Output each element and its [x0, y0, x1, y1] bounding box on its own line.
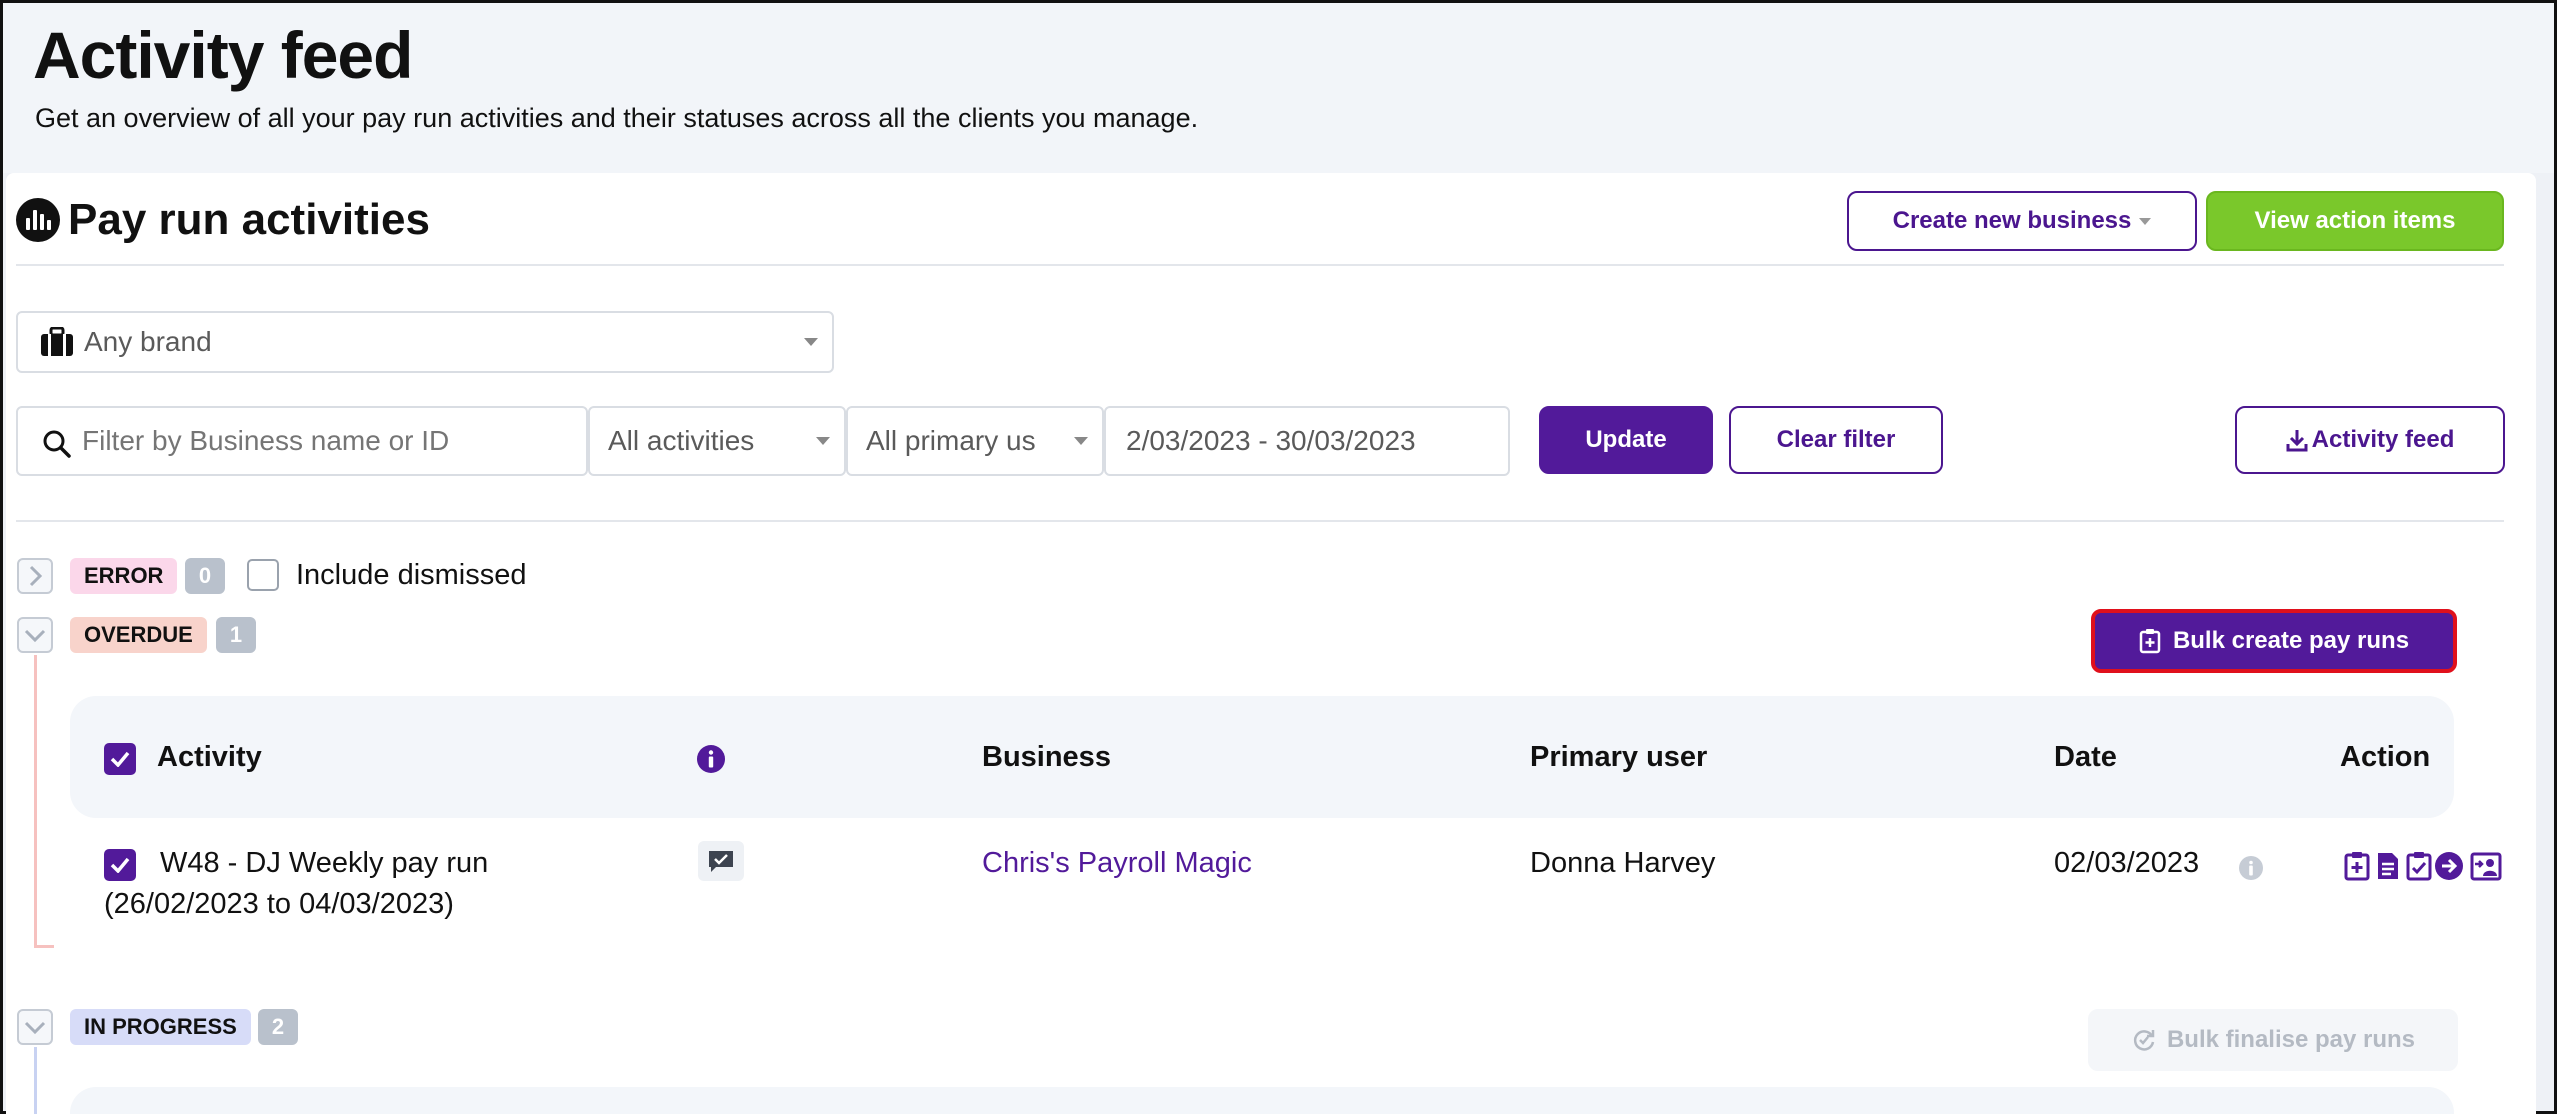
info-icon[interactable]	[696, 744, 726, 774]
column-header-action: Action	[2340, 741, 2431, 773]
business-search-input[interactable]	[82, 420, 572, 462]
refresh-icon	[2133, 1030, 2155, 1051]
row-activity-name: W48 - DJ Weekly pay run	[160, 847, 489, 879]
row-activity-period: (26/02/2023 to 04/03/2023)	[104, 888, 454, 920]
update-button[interactable]: Update	[1539, 406, 1713, 474]
pay-run-activities-panel: Pay run activities Create new business V…	[6, 173, 2536, 1114]
include-dismissed-checkbox[interactable]	[247, 559, 279, 591]
chevron-down-icon	[24, 629, 46, 643]
overdue-count-badge: 1	[216, 617, 256, 653]
activities-select-caret-icon	[816, 437, 830, 445]
row-select-checkbox[interactable]	[104, 849, 136, 881]
bulk-finalise-pay-runs-button[interactable]: Bulk finalise pay runs	[2088, 1009, 2458, 1071]
checkmark-icon	[110, 857, 130, 873]
column-header-activity: Activity	[157, 741, 262, 773]
view-action-items-button[interactable]: View action items	[2206, 191, 2504, 251]
in-progress-table-header	[70, 1087, 2454, 1114]
create-pay-run-icon[interactable]	[2344, 851, 2370, 881]
error-count-badge: 0	[185, 558, 225, 594]
page-header: Activity feed Get an overview of all you…	[3, 3, 2554, 173]
clipboard-check-icon[interactable]	[2406, 851, 2432, 881]
overdue-status-badge: OVERDUE	[70, 617, 207, 653]
date-range-field[interactable]: 2/03/2023 - 30/03/2023	[1104, 406, 1510, 476]
row-date: 02/03/2023	[2054, 847, 2200, 879]
chevron-down-icon	[24, 1021, 46, 1035]
row-primary-user: Donna Harvey	[1530, 847, 1716, 879]
create-new-business-label: Create new business	[1892, 207, 2132, 234]
search-icon	[43, 430, 71, 458]
date-info-icon[interactable]	[2238, 855, 2264, 881]
briefcase-icon	[41, 327, 73, 356]
row-business-link[interactable]: Chris's Payroll Magic	[982, 847, 1252, 880]
clear-filter-button[interactable]: Clear filter	[1729, 406, 1943, 474]
activities-select-value: All activities	[608, 425, 755, 456]
column-header-business: Business	[982, 741, 1111, 773]
bulk-create-pay-runs-button[interactable]: Bulk create pay runs	[2091, 609, 2457, 673]
overdue-group-line	[34, 655, 37, 947]
error-status-badge: ERROR	[70, 558, 178, 594]
primary-user-select-caret-icon	[1074, 437, 1088, 445]
arrow-right-circle-icon[interactable]	[2434, 851, 2464, 881]
document-icon[interactable]	[2375, 851, 2401, 881]
download-icon	[2286, 430, 2308, 452]
clipboard-plus-icon	[2139, 629, 2161, 654]
caret-down-icon	[2139, 217, 2152, 225]
bulk-create-pay-runs-label: Bulk create pay runs	[2172, 627, 2410, 654]
overdue-group-collapse-toggle[interactable]	[17, 617, 53, 653]
business-search-field	[16, 406, 588, 476]
activities-select[interactable]: All activities	[588, 406, 846, 476]
panel-title: Pay run activities	[16, 195, 430, 245]
column-header-primary-user: Primary user	[1530, 741, 1708, 773]
include-dismissed-label: Include dismissed	[296, 559, 527, 591]
in-progress-count-badge: 2	[258, 1009, 298, 1045]
export-activity-feed-button[interactable]: Activity feed	[2235, 406, 2505, 474]
error-group-expand-toggle[interactable]	[17, 558, 53, 594]
primary-user-select[interactable]: All primary us	[846, 406, 1104, 476]
assign-user-icon[interactable]	[2470, 851, 2502, 881]
column-header-date: Date	[2054, 741, 2117, 773]
message-check-status-icon[interactable]	[698, 841, 744, 881]
brand-select-value: Any brand	[84, 326, 212, 357]
create-new-business-button[interactable]: Create new business	[1847, 191, 2197, 251]
date-range-value: 2/03/2023 - 30/03/2023	[1126, 425, 1416, 456]
panel-title-text: Pay run activities	[68, 195, 430, 244]
export-activity-feed-label: Activity feed	[2311, 426, 2455, 453]
in-progress-group-line	[34, 1047, 37, 1114]
page-subtitle: Get an overview of all your pay run acti…	[35, 103, 1199, 133]
chevron-right-icon	[29, 565, 43, 587]
overdue-group-line-end	[34, 945, 54, 948]
filters-divider	[16, 520, 2504, 522]
brand-select[interactable]: Any brand	[16, 311, 834, 373]
select-all-checkbox[interactable]	[104, 743, 136, 775]
primary-user-select-value: All primary us	[866, 425, 1036, 456]
panel-title-divider	[16, 264, 2504, 266]
in-progress-group-collapse-toggle[interactable]	[17, 1009, 53, 1045]
brand-select-caret-icon	[804, 338, 818, 346]
in-progress-status-badge: IN PROGRESS	[70, 1009, 251, 1045]
table-row: W48 - DJ Weekly pay run (26/02/2023 to 0…	[70, 833, 2510, 943]
checkmark-icon	[110, 751, 130, 767]
page-title: Activity feed	[33, 18, 413, 92]
chart-bars-icon	[16, 198, 60, 242]
bulk-finalise-pay-runs-label: Bulk finalise pay runs	[2166, 1026, 2416, 1053]
